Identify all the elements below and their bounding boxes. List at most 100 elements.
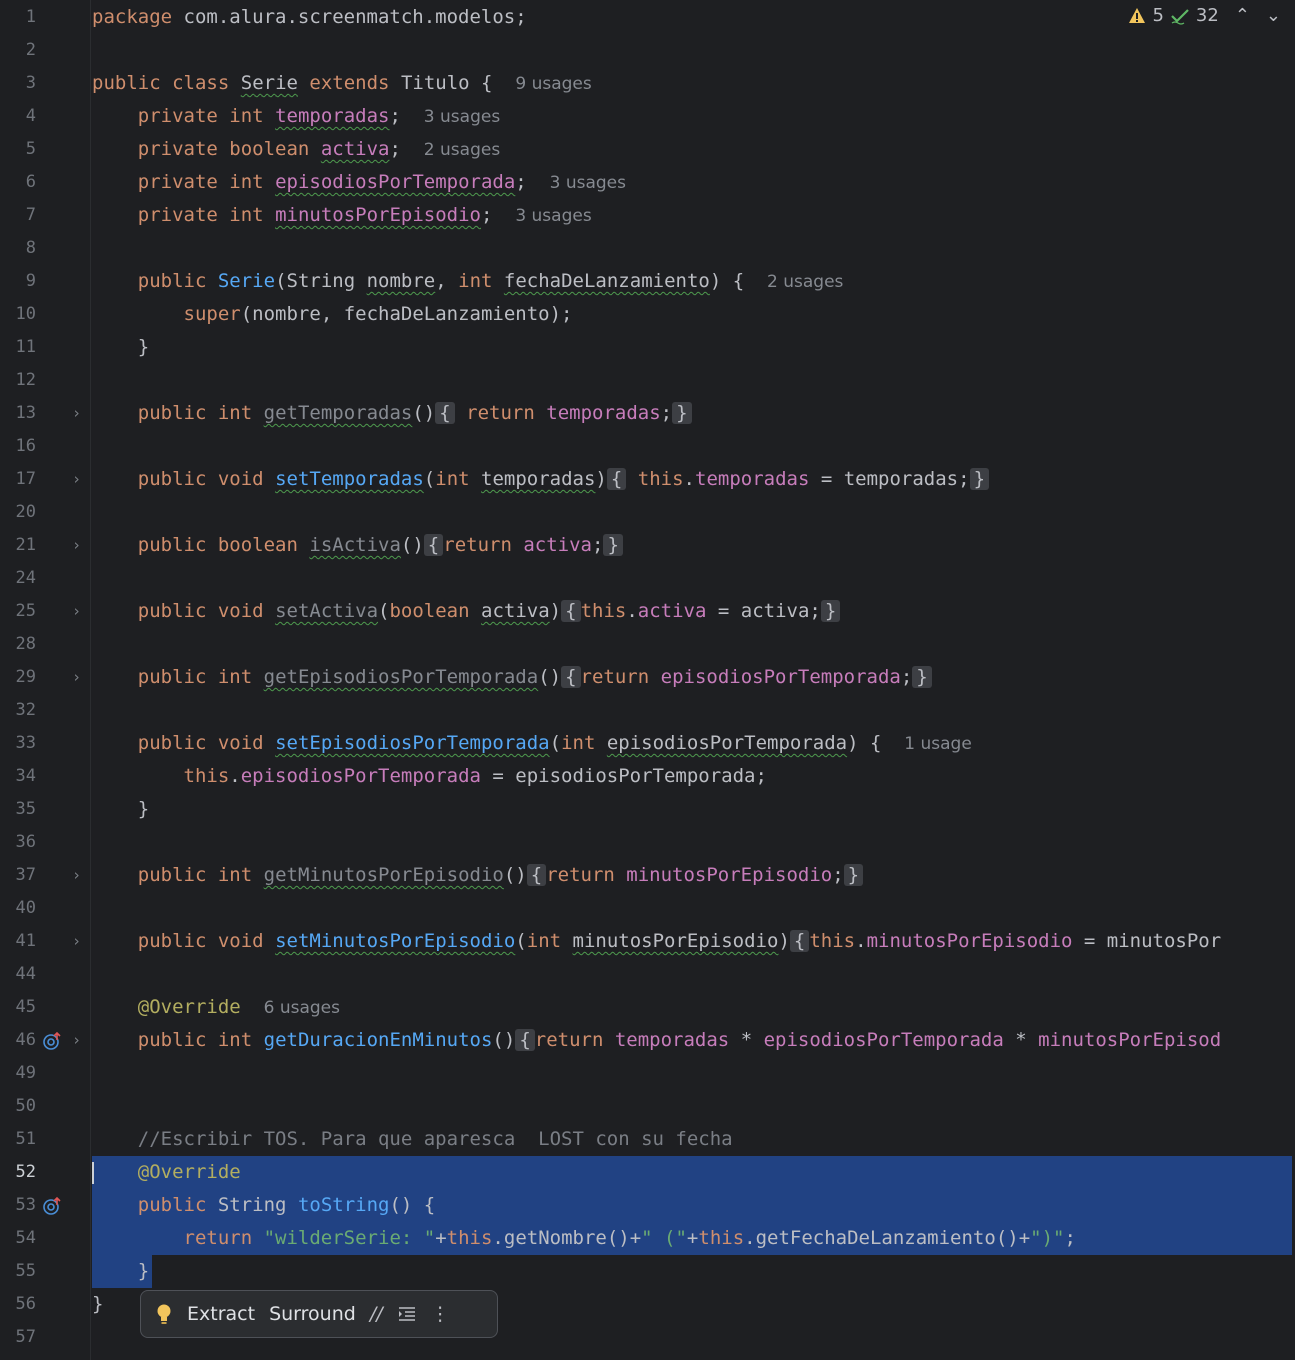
method-name[interactable]: getMinutosPorEpisodio (264, 864, 504, 886)
code-line[interactable]: 3 public class Serie extends Titulo { 9 … (0, 67, 1295, 100)
code-line[interactable]: 11 } (0, 331, 1295, 364)
code-line[interactable]: 52 @Override (0, 1156, 1295, 1189)
keyword: public (137, 1194, 207, 1216)
code-line[interactable]: 35 } (0, 793, 1295, 826)
method-name[interactable]: toString (298, 1194, 390, 1216)
code-line[interactable]: 51 //Escribir TOS. Para que aparesca LOS… (0, 1123, 1295, 1156)
method-name[interactable]: setTemporadas (275, 468, 424, 490)
code-line[interactable]: 13 › public int getTemporadas(){ return … (0, 397, 1295, 430)
field-name[interactable]: temporadas (275, 105, 389, 127)
code-line[interactable]: 7 private int minutosPorEpisodio; 3 usag… (0, 199, 1295, 232)
usages-hint[interactable]: 1 usage (904, 734, 972, 754)
constructor-name[interactable]: Serie (218, 270, 275, 292)
field-name[interactable]: activa (321, 138, 390, 160)
fold-chevron-icon[interactable]: › (72, 859, 81, 892)
code-line[interactable]: 17 › public void setTemporadas(int tempo… (0, 463, 1295, 496)
keyword: class (172, 72, 230, 94)
code-line[interactable]: 40 (0, 892, 1295, 925)
line-number: 36 (15, 832, 36, 852)
comment-icon[interactable]: // (370, 1303, 383, 1325)
method-name[interactable]: getEpisodiosPorTemporada (264, 666, 539, 688)
method-name[interactable]: getTemporadas (264, 402, 413, 424)
superclass-name[interactable]: Titulo (401, 72, 470, 94)
code-line[interactable]: 9 public Serie(String nombre, int fechaD… (0, 265, 1295, 298)
usages-hint[interactable]: 3 usages (515, 206, 591, 226)
override-gutter-icon[interactable] (42, 1196, 62, 1216)
code-line[interactable]: 5 private boolean activa; 2 usages (0, 133, 1295, 166)
usages-hint[interactable]: 3 usages (424, 107, 500, 127)
keyword: public (137, 468, 207, 490)
code-line[interactable]: 34 this.episodiosPorTemporada = episodio… (0, 760, 1295, 793)
usages-hint[interactable]: 2 usages (424, 140, 500, 160)
usages-hint[interactable]: 6 usages (264, 998, 340, 1018)
class-name[interactable]: Serie (241, 72, 298, 94)
code-line[interactable]: 2 (0, 34, 1295, 67)
code-editor[interactable]: 5 32 ⌃ ⌄ 1 package com.alura.screenmatch… (0, 0, 1295, 1360)
line-number: 45 (15, 997, 36, 1017)
code-line[interactable]: 8 (0, 232, 1295, 265)
code-line[interactable]: 49 (0, 1057, 1295, 1090)
code-line[interactable]: 16 (0, 430, 1295, 463)
method-name[interactable]: getDuracionEnMinutos (264, 1029, 493, 1051)
code-line[interactable]: 45 @Override 6 usages (0, 991, 1295, 1024)
code-line[interactable]: 21 › public boolean isActiva(){return ac… (0, 529, 1295, 562)
more-options-icon[interactable]: ⋮ (431, 1303, 450, 1325)
argument: nombre (252, 303, 321, 325)
code-line[interactable]: 4 private int temporadas; 3 usages (0, 100, 1295, 133)
fold-chevron-icon[interactable]: › (72, 1024, 81, 1057)
lightbulb-icon[interactable] (155, 1303, 173, 1325)
code-line[interactable]: 46 › public int getDuracionEnMinutos(){r… (0, 1024, 1295, 1057)
parameter-ref: activa (740, 600, 810, 622)
reformat-icon[interactable] (397, 1305, 417, 1323)
fold-chevron-icon[interactable]: › (72, 661, 81, 694)
keyword: public (92, 72, 161, 94)
code-line[interactable]: 29 › public int getEpisodiosPorTemporada… (0, 661, 1295, 694)
keyword: private (137, 138, 218, 160)
code-line[interactable]: 37 › public int getMinutosPorEpisodio(){… (0, 859, 1295, 892)
code-line[interactable]: 50 (0, 1090, 1295, 1123)
surround-button[interactable]: Surround (269, 1303, 356, 1325)
line-number: 51 (15, 1129, 36, 1149)
method-name[interactable]: setEpisodiosPorTemporada (275, 732, 550, 754)
code-line[interactable]: 32 (0, 694, 1295, 727)
field-ref: episodiosPorTemporada (763, 1029, 1004, 1051)
keyword: boolean (217, 534, 298, 556)
fold-chevron-icon[interactable]: › (72, 529, 81, 562)
code-line[interactable]: 1 package com.alura.screenmatch.modelos; (0, 1, 1295, 34)
code-line[interactable]: 44 (0, 958, 1295, 991)
code-line[interactable]: 41 › public void setMinutosPorEpisodio(i… (0, 925, 1295, 958)
code-line[interactable]: 53 public String toString() { (0, 1189, 1295, 1222)
override-gutter-icon[interactable] (42, 1031, 62, 1051)
code-line[interactable]: 24 (0, 562, 1295, 595)
fold-chevron-icon[interactable]: › (72, 397, 81, 430)
line-number: 12 (15, 370, 36, 390)
extract-button[interactable]: Extract (187, 1303, 255, 1325)
line-number: 44 (15, 964, 36, 984)
code-line[interactable]: 54 return "wilderSerie: "+this.getNombre… (0, 1222, 1295, 1255)
fold-chevron-icon[interactable]: › (72, 595, 81, 628)
field-name[interactable]: episodiosPorTemporada (275, 171, 515, 193)
code-line[interactable]: 25 › public void setActiva(boolean activ… (0, 595, 1295, 628)
code-line[interactable]: 12 (0, 364, 1295, 397)
method-name[interactable]: setMinutosPorEpisodio (275, 930, 515, 952)
field-ref: minutosPorEpisodio (626, 864, 833, 886)
code-line[interactable]: 28 (0, 628, 1295, 661)
usages-hint[interactable]: 3 usages (550, 173, 626, 193)
code-line[interactable]: 6 private int episodiosPorTemporada; 3 u… (0, 166, 1295, 199)
usages-hint[interactable]: 9 usages (515, 74, 591, 94)
method-name[interactable]: isActiva (309, 534, 401, 556)
keyword: public (137, 402, 207, 424)
keyword: super (183, 303, 241, 325)
keyword: int (458, 270, 493, 292)
fold-chevron-icon[interactable]: › (72, 925, 81, 958)
method-name[interactable]: setActiva (275, 600, 378, 622)
line-number: 46 (15, 1030, 36, 1050)
code-line[interactable]: 55 } (0, 1255, 1295, 1288)
field-name[interactable]: minutosPorEpisodio (275, 204, 481, 226)
code-line[interactable]: 20 (0, 496, 1295, 529)
code-line[interactable]: 33 public void setEpisodiosPorTemporada(… (0, 727, 1295, 760)
fold-chevron-icon[interactable]: › (72, 463, 81, 496)
code-line[interactable]: 36 (0, 826, 1295, 859)
code-line[interactable]: 10 super(nombre, fechaDeLanzamiento); (0, 298, 1295, 331)
usages-hint[interactable]: 2 usages (767, 272, 843, 292)
